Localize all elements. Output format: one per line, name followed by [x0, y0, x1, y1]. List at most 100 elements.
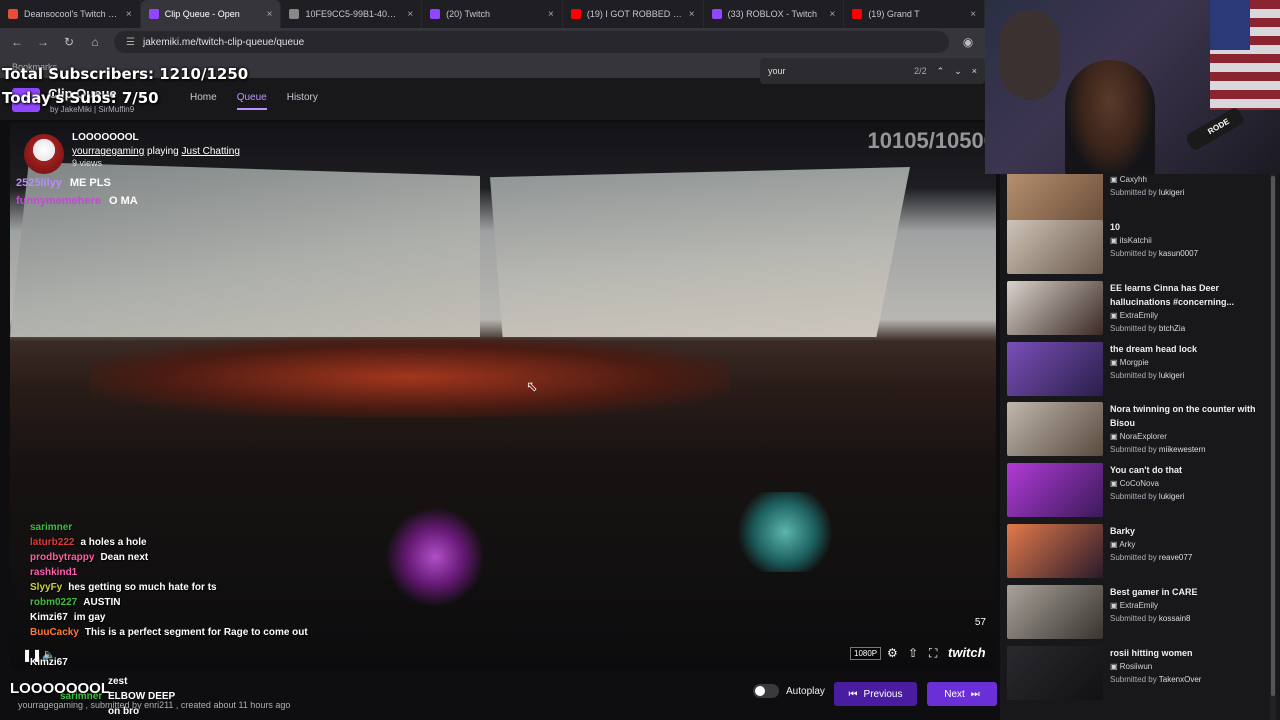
chat-message: AUSTIN: [83, 597, 121, 608]
twitch-glitch-icon: ▣: [1110, 236, 1120, 245]
plush-toy: [1000, 10, 1060, 100]
address-bar: ← → ↻ ⌂ ☰ jakemiki.me/twitch-clip-queue/…: [0, 28, 985, 56]
clip-thumbnail[interactable]: [1007, 524, 1103, 578]
fullscreen-icon[interactable]: ⛶: [929, 646, 937, 661]
video-player[interactable]: ⬁ 10105/10500 LOOOOOOOL yourragegaming p…: [10, 122, 996, 670]
today-subs: Today's Subs: 7/50: [2, 89, 159, 107]
autoplay-toggle[interactable]: [753, 684, 779, 698]
queue-item-channel: ▣ ExtraEmily: [1110, 601, 1158, 610]
chat-message: O MA: [108, 195, 138, 207]
twitch-logo[interactable]: twitch: [948, 645, 986, 660]
nav-home[interactable]: Home: [190, 92, 217, 110]
tab-close-icon[interactable]: ×: [970, 9, 976, 20]
queue-item-channel: ▣ Morgpie: [1110, 358, 1149, 367]
sidebar-scrollbar[interactable]: [1270, 174, 1276, 720]
channel-avatar[interactable]: [24, 134, 64, 174]
submitter-name: lukigeri: [1158, 371, 1185, 380]
clip-thumbnail[interactable]: [1007, 174, 1103, 223]
video-instrument: [730, 492, 840, 572]
settings-icon[interactable]: ⚙: [887, 646, 898, 660]
queue-item[interactable]: Nora twinning on the counter with Bisou ▣…: [1007, 402, 1272, 462]
channel-name: itsKatchii: [1119, 236, 1152, 245]
nav-history[interactable]: History: [287, 92, 318, 110]
tab-favicon-icon: [8, 9, 18, 19]
browser-tab-bar: Deansocool's Twitch Statistic×Clip Queue…: [0, 0, 986, 28]
tab-title: (20) Twitch: [446, 9, 491, 19]
find-close-icon[interactable]: ×: [972, 66, 977, 76]
nav-queue[interactable]: Queue: [236, 92, 267, 110]
chat-username: funnymemehere: [16, 195, 101, 207]
reload-icon[interactable]: ↻: [62, 35, 76, 49]
clip-thumbnail[interactable]: [1007, 220, 1103, 274]
back-icon[interactable]: ←: [10, 35, 24, 49]
queue-item-submitter: Submitted by kasun0007: [1110, 249, 1199, 258]
next-button[interactable]: Next ⏭: [927, 682, 997, 706]
quality-badge[interactable]: 1080P: [850, 647, 882, 660]
queue-item[interactable]: 10 ▣ itsKatchii Submitted by kasun0007: [1007, 220, 1272, 280]
clip-thumbnail[interactable]: [1007, 402, 1103, 456]
clip-thumbnail[interactable]: [1007, 585, 1103, 639]
tab-title: Deansocool's Twitch Statistic: [24, 9, 120, 19]
submitter-name: kasun0007: [1158, 249, 1199, 258]
profile-icon[interactable]: ◉: [961, 35, 975, 49]
channel-name: Caxyhh: [1119, 175, 1147, 184]
forward-icon[interactable]: →: [36, 35, 50, 49]
tab-close-icon[interactable]: ×: [548, 9, 554, 20]
share-icon[interactable]: ⇧: [908, 646, 918, 660]
tab-close-icon[interactable]: ×: [829, 9, 835, 20]
browser-tab[interactable]: Clip Queue - Open ×: [140, 0, 282, 28]
queue-item[interactable]: Barky ▣ Arky Submitted by reave077: [1007, 524, 1272, 584]
home-icon[interactable]: ⌂: [88, 35, 102, 49]
queue-item[interactable]: You can't do that ▣ CoCoNova Submitted by …: [1007, 463, 1272, 523]
tab-close-icon[interactable]: ×: [267, 9, 273, 20]
tab-close-icon[interactable]: ×: [126, 9, 132, 20]
queue-item[interactable]: Best gamer in CARE ▣ ExtraEmily Submitted …: [1007, 585, 1272, 645]
tab-favicon-icon: [430, 9, 441, 19]
clip-channel[interactable]: yourragegaming: [72, 146, 144, 157]
browser-tab[interactable]: (20) Twitch ×: [422, 0, 563, 28]
webcam-overlay: RODE: [985, 0, 1280, 174]
clip-thumbnail[interactable]: [1007, 463, 1103, 517]
browser-tab[interactable]: (19) Grand T ×: [844, 0, 986, 28]
clip-thumbnail[interactable]: [1007, 342, 1103, 396]
tab-favicon-icon: [570, 9, 581, 19]
overlay-chat-line: funnymemehere O MA: [16, 195, 138, 207]
twitch-glitch-icon: ▣: [1110, 311, 1120, 320]
tab-title: (33) ROBLOX - Twitch: [727, 9, 817, 19]
browser-tab[interactable]: Deansocool's Twitch Statistic ×: [0, 0, 141, 28]
submitter-name: lukigeri: [1158, 188, 1185, 197]
tab-favicon-icon: [711, 9, 722, 19]
pause-icon[interactable]: ❚❚: [22, 648, 42, 662]
tab-close-icon[interactable]: ×: [407, 9, 413, 20]
queue-item[interactable]: EE learns Cinna has Deer hallucinations …: [1007, 281, 1272, 341]
clip-thumbnail[interactable]: [1007, 281, 1103, 335]
queue-item[interactable]: rosii hitting women ▣ Rosiiwun Submitted b…: [1007, 646, 1272, 706]
chat-line: sarimner: [30, 522, 320, 537]
find-prev-icon[interactable]: ⌃: [937, 66, 945, 77]
tab-close-icon[interactable]: ×: [689, 9, 695, 20]
channel-name: ExtraEmily: [1119, 601, 1159, 610]
chat-line: prodbytrappy Dean next: [30, 552, 320, 567]
find-next-icon[interactable]: ⌄: [954, 66, 962, 77]
clip-thumbnail[interactable]: [1007, 646, 1103, 700]
tab-title: (19) I GOT ROBBED - The Lon: [586, 9, 683, 19]
clip-category[interactable]: Just Chatting: [182, 146, 240, 157]
volume-icon[interactable]: 🔈: [42, 648, 56, 661]
queue-item-channel: ▣ Caxyhh: [1110, 175, 1147, 184]
chat-message: ME PLS: [69, 177, 111, 189]
browser-tab[interactable]: (33) ROBLOX - Twitch ×: [704, 0, 845, 28]
find-input[interactable]: your: [768, 66, 904, 76]
player-controls: 57 ❚❚ 🔈 1080P ⚙ ⇧ ⛶ twitch: [10, 617, 996, 670]
queue-item-submitter: Submitted by miikewestern: [1110, 445, 1206, 454]
viewer-goal: 10105/10500: [867, 128, 996, 153]
browser-tab[interactable]: 10FE9CC5-99B1-40FD-A523 ×: [281, 0, 423, 28]
url-field[interactable]: ☰ jakemiki.me/twitch-clip-queue/queue: [114, 31, 949, 53]
site-info-icon[interactable]: ☰: [126, 37, 135, 48]
previous-button[interactable]: ⏮ Previous: [834, 682, 917, 706]
queue-item-title: You can't do that: [1110, 465, 1182, 475]
browser-tab[interactable]: (19) I GOT ROBBED - The Lon ×: [563, 0, 704, 28]
queue-item[interactable]: the dream head lock ▣ Morgpie Submitted by…: [1007, 342, 1272, 402]
chat-line: robm0227 AUSTIN: [30, 597, 320, 612]
submitter-name: TakenxOver: [1158, 675, 1202, 684]
queue-item-title: the dream head lock: [1110, 344, 1198, 354]
